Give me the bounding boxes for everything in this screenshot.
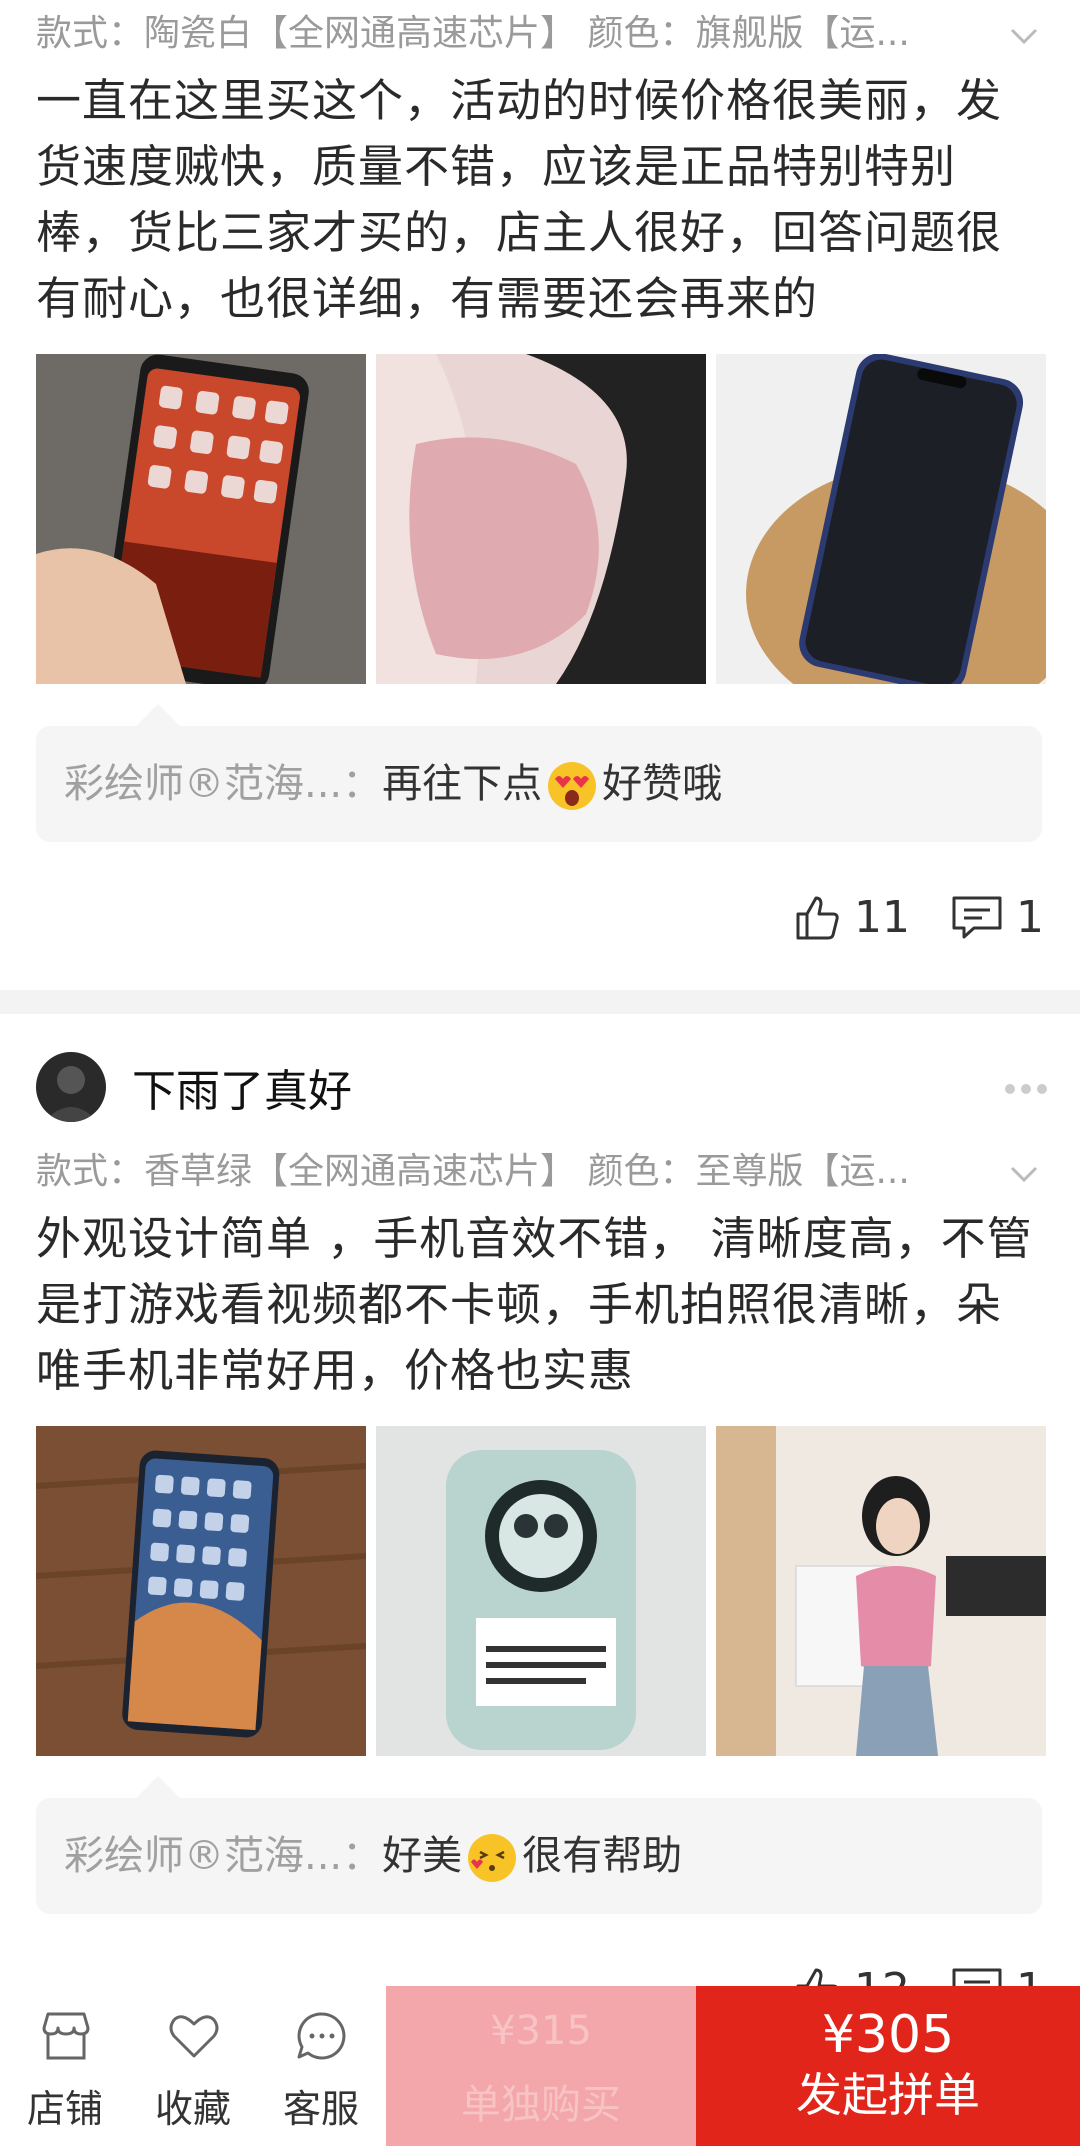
comment-icon [952, 896, 1002, 939]
seller-reply-1: 彩绘师®范海...：再往下点 好赞哦 [36, 704, 1042, 842]
service-label: 客服 [282, 2087, 359, 2131]
like-button[interactable]: 11 [792, 892, 910, 943]
favorite-button[interactable]: 收藏 [138, 1986, 248, 2146]
group-buy-label: 发起拼单 [796, 2068, 980, 2122]
shop-icon [42, 2012, 90, 2060]
group-buy-price: ¥305 [821, 2005, 955, 2065]
reply-text: 好赞哦 [602, 761, 723, 807]
review-photos-1 [36, 354, 1046, 684]
review-user-2[interactable]: 下雨了真好 [36, 1050, 352, 1124]
buy-alone-price: ¥315 [490, 2008, 592, 2054]
chat-bubble-icon [297, 2012, 346, 2060]
chevron-down-icon [1010, 1166, 1038, 1183]
reply-text: 好美 [382, 1833, 463, 1879]
review-photo[interactable] [36, 1426, 366, 1756]
reply-author[interactable]: 彩绘师®范海...： [64, 761, 382, 807]
review-text-1: 一直在这里买这个，活动的时候价格很美丽，发货速度贼快，质量不错，应该是正品特别特… [36, 74, 1003, 325]
review-photos-2 [36, 1426, 1046, 1756]
review-actions-1: 11 1 [792, 882, 1044, 952]
buy-alone-button[interactable]: ¥315 单独购买 [386, 1986, 696, 2146]
favorite-label: 收藏 [154, 2087, 231, 2131]
spec-text: 款式：香草绿【全网通高速芯片】 颜色：至尊版【运... [36, 1151, 910, 1192]
kissing-heart-emoji-icon [468, 1834, 517, 1882]
review-photo[interactable] [376, 1426, 706, 1756]
more-options-icon[interactable] [1004, 1082, 1048, 1096]
shop-label: 店铺 [26, 2087, 103, 2131]
heart-icon [169, 2015, 219, 2058]
comment-button[interactable]: 1 [950, 892, 1044, 943]
purchase-buttons: ¥315 单独购买 ¥305 发起拼单 [386, 1986, 1080, 2146]
spec-text: 款式：陶瓷白【全网通高速芯片】 颜色：旗舰版【运... [36, 13, 910, 54]
review-photo[interactable] [716, 1426, 1046, 1756]
avatar[interactable] [36, 1052, 106, 1122]
review-photo[interactable] [716, 354, 1046, 684]
username: 下雨了真好 [132, 1066, 352, 1117]
review-spec-2[interactable]: 款式：香草绿【全网通高速芯片】 颜色：至尊版【运... [36, 1142, 1044, 1202]
review-photo[interactable] [376, 354, 706, 684]
heart-eyes-emoji-icon [548, 762, 597, 810]
reply-pointer [136, 1776, 180, 1798]
reply-pointer [136, 704, 180, 726]
chevron-down-icon [1010, 28, 1038, 45]
comment-count: 1 [1016, 891, 1044, 943]
reply-author[interactable]: 彩绘师®范海...： [64, 1833, 382, 1879]
reply-text: 再往下点 [382, 761, 543, 807]
like-count: 11 [854, 891, 910, 943]
reply-text: 很有帮助 [522, 1833, 683, 1879]
shop-button[interactable]: 店铺 [10, 1986, 120, 2146]
group-buy-button[interactable]: ¥305 发起拼单 [696, 1986, 1080, 2146]
section-divider [0, 990, 1080, 1014]
review-photo[interactable] [36, 354, 366, 684]
bottom-action-bar: 店铺 收藏 客服 ¥315 单独购买 ¥305 发起拼单 [0, 1986, 1080, 2146]
seller-reply-2: 彩绘师®范海...：好美 很有帮助 [36, 1776, 1042, 1914]
buy-alone-label: 单独购买 [461, 2082, 621, 2128]
review-text-2: 外观设计简单 ，手机音效不错， 清晰度高，不管是打游戏看视频都不卡顿，手机拍照很… [36, 1212, 1033, 1397]
thumbs-up-icon [796, 896, 839, 940]
service-button[interactable]: 客服 [266, 1986, 376, 2146]
review-spec-1[interactable]: 款式：陶瓷白【全网通高速芯片】 颜色：旗舰版【运... [36, 4, 1044, 64]
